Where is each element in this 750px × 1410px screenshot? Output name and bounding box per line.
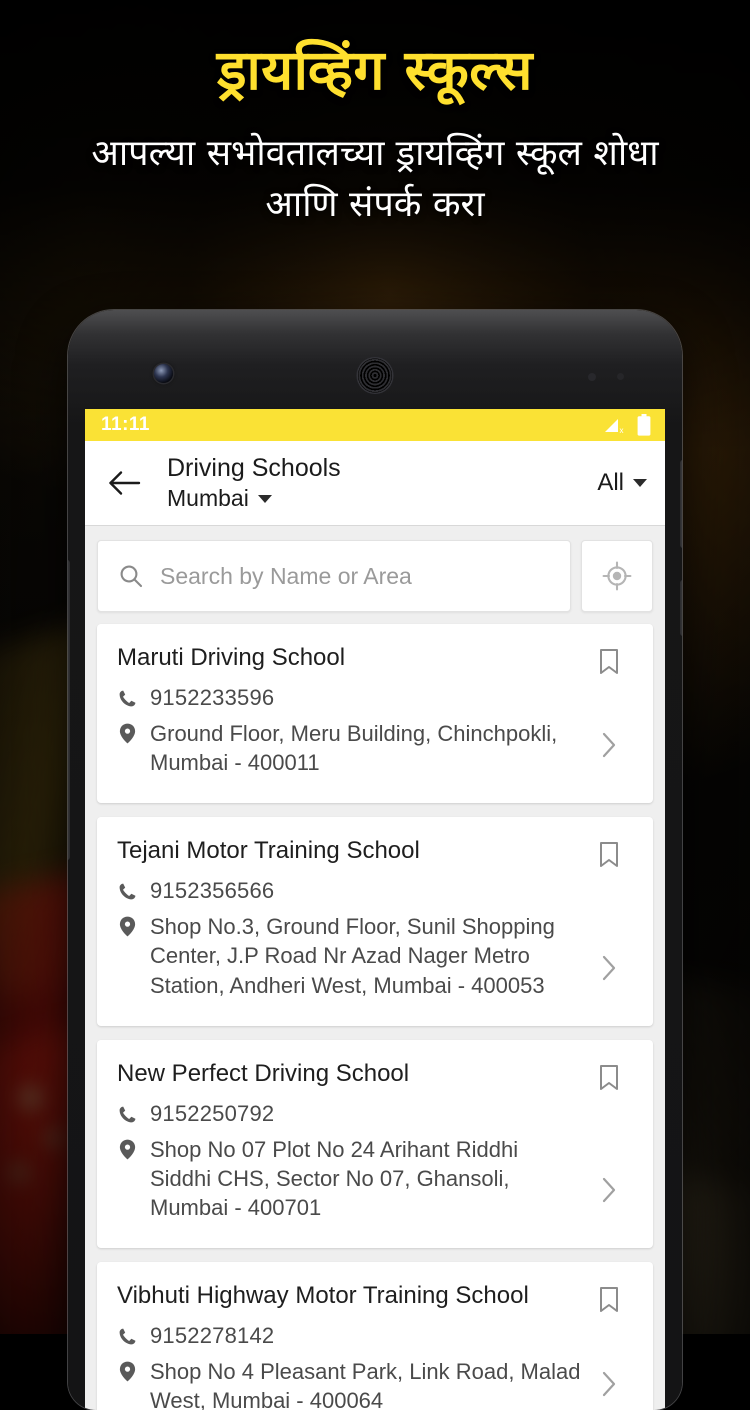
phone-icon <box>117 1323 137 1346</box>
phone-icon <box>117 685 137 708</box>
school-address-row: Shop No.3, Ground Floor, Sunil Shopping … <box>117 912 581 1000</box>
proximity-sensor-icon <box>588 373 596 381</box>
list-item[interactable]: Tejani Motor Training School 9152356566 <box>97 817 653 1026</box>
list-item[interactable]: Maruti Driving School 9152233596 <box>97 624 653 803</box>
bookmark-button[interactable] <box>594 839 624 876</box>
svg-text:x: x <box>620 426 624 435</box>
chevron-right-icon <box>601 1177 617 1203</box>
bookmark-button[interactable] <box>594 646 624 683</box>
list-item-actions <box>581 644 637 785</box>
status-time: 11:11 <box>101 414 150 436</box>
power-button[interactable] <box>680 460 682 548</box>
arrow-left-icon <box>108 469 142 497</box>
school-name: Vibhuti Highway Motor Training School <box>117 1282 581 1311</box>
chevron-down-icon <box>633 479 647 487</box>
my-location-icon <box>601 560 633 592</box>
school-phone: 9152233596 <box>150 685 274 711</box>
list-item-content: New Perfect Driving School 9152250792 <box>117 1060 581 1231</box>
chevron-right-icon <box>601 955 617 981</box>
app-bar: Driving Schools Mumbai All <box>85 441 665 525</box>
battery-full-icon <box>637 414 651 436</box>
search-placeholder: Search by Name or Area <box>160 563 412 590</box>
school-phone-row[interactable]: 9152250792 <box>117 1101 581 1127</box>
search-icon <box>118 563 144 589</box>
bookmark-button[interactable] <box>594 1062 624 1099</box>
filter-label: All <box>597 469 624 497</box>
open-details-button[interactable] <box>597 1369 621 1404</box>
phone-icon <box>117 1101 137 1124</box>
chevron-right-icon <box>601 1371 617 1397</box>
location-pin-icon <box>117 1135 137 1160</box>
school-phone: 9152250792 <box>150 1101 274 1127</box>
appbar-title: Driving Schools <box>167 454 587 484</box>
list-item-content: Vibhuti Highway Motor Training School 91… <box>117 1282 581 1410</box>
phone-screen: 11:11 x <box>85 409 665 1410</box>
school-address: Ground Floor, Meru Building, Chinchpokli… <box>150 719 581 778</box>
city-label: Mumbai <box>167 485 249 512</box>
school-phone-row[interactable]: 9152233596 <box>117 685 581 711</box>
front-camera-icon <box>154 364 173 383</box>
open-details-button[interactable] <box>597 730 621 765</box>
school-list[interactable]: Maruti Driving School 9152233596 <box>85 622 665 1410</box>
volume-button[interactable] <box>680 580 682 636</box>
list-item-content: Tejani Motor Training School 9152356566 <box>117 837 581 1008</box>
location-pin-icon <box>117 1357 137 1382</box>
list-item[interactable]: Vibhuti Highway Motor Training School 91… <box>97 1262 653 1410</box>
school-address: Shop No 07 Plot No 24 Arihant Riddhi Sid… <box>150 1135 581 1223</box>
school-address: Shop No.3, Ground Floor, Sunil Shopping … <box>150 912 581 1000</box>
location-pin-icon <box>117 719 137 744</box>
school-phone-row[interactable]: 9152356566 <box>117 878 581 904</box>
school-address: Shop No 4 Pleasant Park, Link Road, Mala… <box>150 1357 581 1410</box>
search-input[interactable]: Search by Name or Area <box>97 540 571 612</box>
list-item-actions <box>581 837 637 1008</box>
school-name: New Perfect Driving School <box>117 1060 581 1089</box>
appbar-titles: Driving Schools Mumbai <box>167 454 587 513</box>
status-bar: 11:11 x <box>85 409 665 441</box>
phone-icon <box>117 878 137 901</box>
list-item-content: Maruti Driving School 9152233596 <box>117 644 581 785</box>
page-title: ड्रायव्हिंग स्कूल्स <box>0 40 750 102</box>
filter-selector[interactable]: All <box>587 463 649 503</box>
school-phone-row[interactable]: 9152278142 <box>117 1323 581 1349</box>
chevron-down-icon <box>258 495 272 503</box>
school-name: Maruti Driving School <box>117 644 581 673</box>
school-address-row: Ground Floor, Meru Building, Chinchpokli… <box>117 719 581 778</box>
chevron-right-icon <box>601 732 617 758</box>
page-subtitle: आपल्या सभोवतालच्या ड्रायव्हिंग स्कूल शोध… <box>0 128 750 230</box>
status-icons: x <box>604 414 651 436</box>
phone-side-edge <box>68 560 70 860</box>
list-item[interactable]: New Perfect Driving School 9152250792 <box>97 1040 653 1249</box>
phone-body: 11:11 x <box>68 310 682 1410</box>
earpiece-speaker-icon <box>358 358 393 393</box>
light-sensor-icon <box>617 373 624 380</box>
bookmark-outline-icon <box>598 1286 620 1314</box>
list-item-actions <box>581 1282 637 1410</box>
school-address-row: Shop No 4 Pleasant Park, Link Road, Mala… <box>117 1357 581 1410</box>
back-button[interactable] <box>99 457 151 509</box>
school-phone: 9152356566 <box>150 878 274 904</box>
bookmark-button[interactable] <box>594 1284 624 1321</box>
promo-headline-block: ड्रायव्हिंग स्कूल्स आपल्या सभोवतालच्या ड… <box>0 0 750 230</box>
city-selector[interactable]: Mumbai <box>167 485 587 512</box>
bookmark-outline-icon <box>598 648 620 676</box>
school-name: Tejani Motor Training School <box>117 837 581 866</box>
phone-mockup: 11:11 x <box>68 310 682 1410</box>
open-details-button[interactable] <box>597 1175 621 1210</box>
list-item-actions <box>581 1060 637 1231</box>
open-details-button[interactable] <box>597 953 621 988</box>
bookmark-outline-icon <box>598 1064 620 1092</box>
school-address-row: Shop No 07 Plot No 24 Arihant Riddhi Sid… <box>117 1135 581 1223</box>
bookmark-outline-icon <box>598 841 620 869</box>
my-location-button[interactable] <box>581 540 653 612</box>
school-phone: 9152278142 <box>150 1323 274 1349</box>
signal-no-sim-icon: x <box>604 415 628 435</box>
location-pin-icon <box>117 912 137 937</box>
search-row: Search by Name or Area <box>85 526 665 622</box>
